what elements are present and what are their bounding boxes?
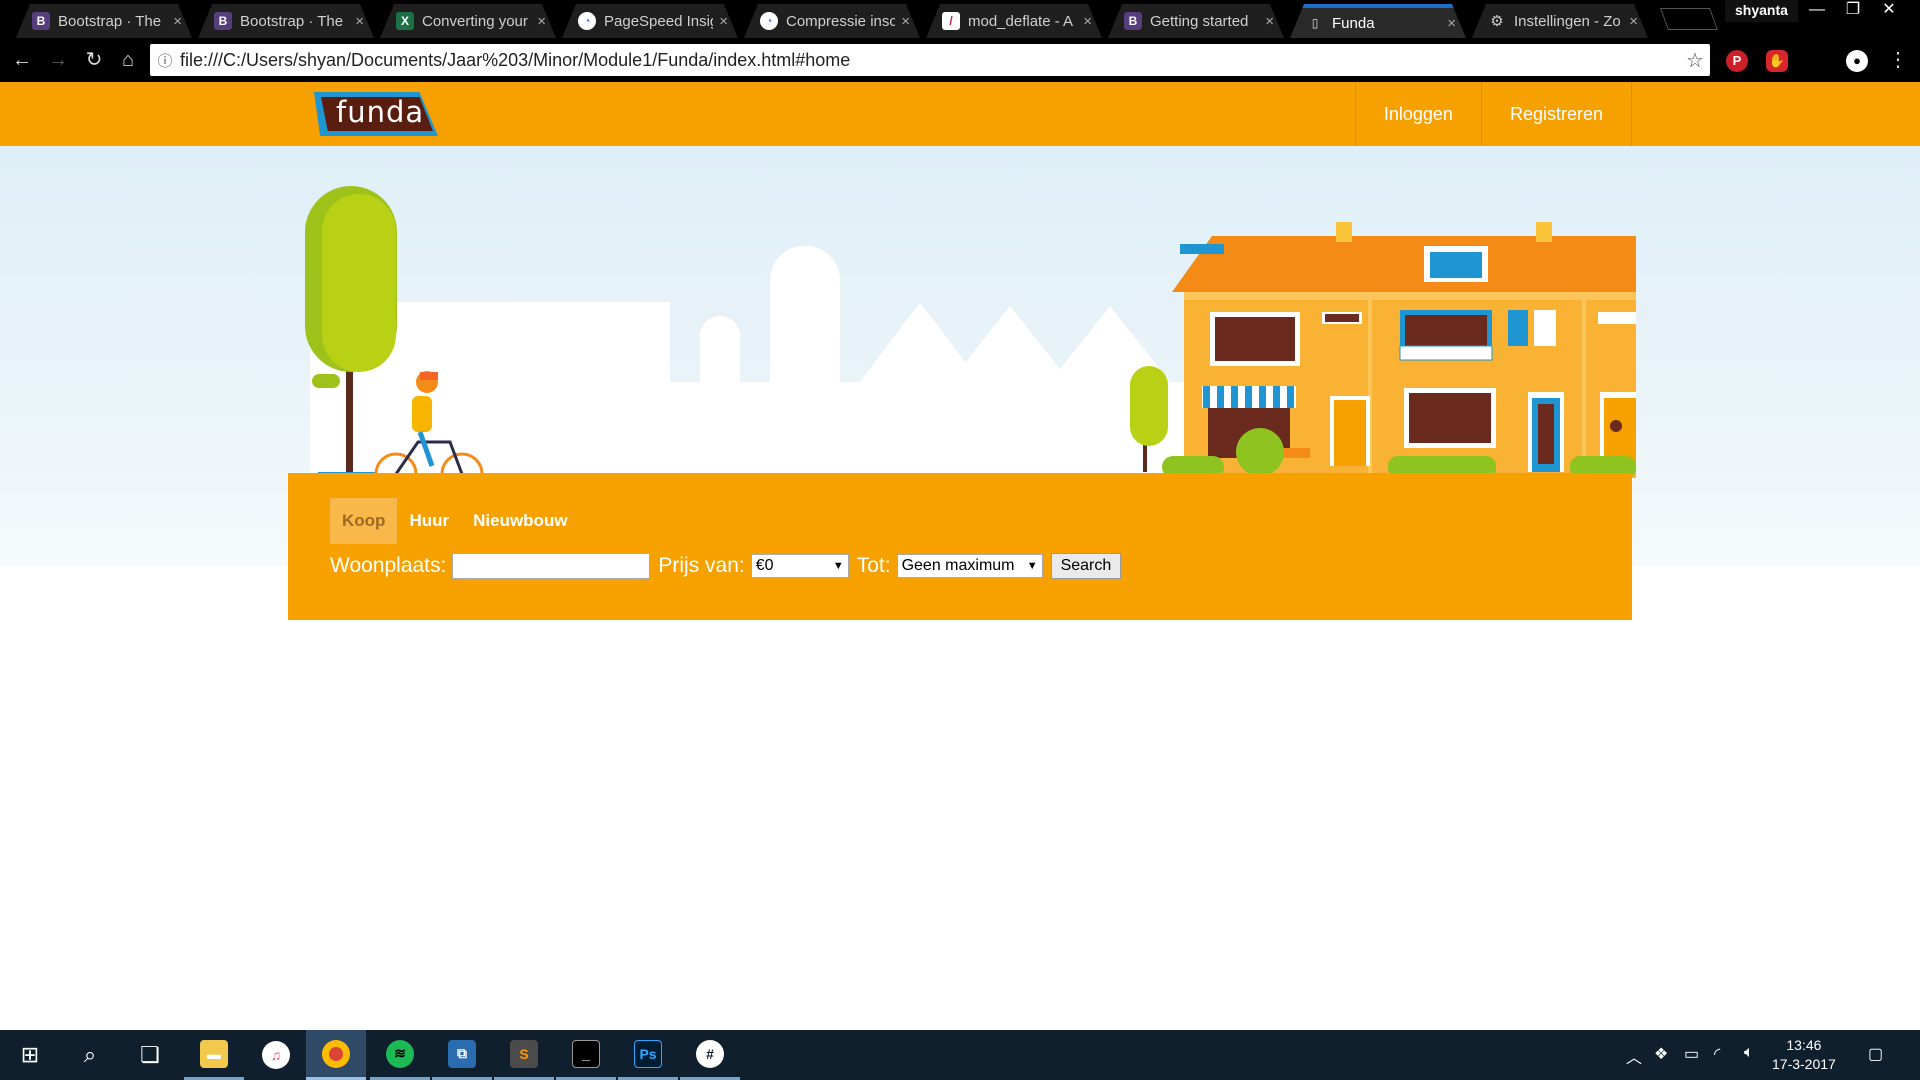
page-viewport: funda Inloggen Registreren Koop Huur Nie… [0,82,1920,1030]
itunes-icon[interactable]: ♫ [246,1030,306,1080]
apache-icon: / [942,12,960,30]
page-icon: ▯ [1311,16,1319,30]
pagespeed-icon: ◔ [578,12,596,30]
settings-icon: ⚙ [1490,13,1504,30]
restore-icon[interactable]: ❐ [1836,0,1870,22]
clock-date: 17-3-2017 [1772,1056,1836,1072]
dropbox-icon[interactable]: ❖ [1654,1044,1668,1064]
close-tab-icon[interactable]: × [901,13,910,30]
place-label: Woonplaats: [330,554,447,577]
windows-taskbar: ⊞ ⌕ ❏ ▬ ♫ ≋ ⧉ S _ Ps # ︿ ❖ ▭ ◜ 🔈︎ 13:46 … [0,1030,1920,1080]
excel-icon: X [396,12,414,30]
slack-icon[interactable]: # [680,1030,740,1080]
price-from-select[interactable]: €0 ▼ [750,554,849,578]
close-tab-icon[interactable]: × [537,13,546,30]
home-icon[interactable]: ⌂ [114,46,142,74]
network-app-icon[interactable]: ⧉ [432,1030,492,1080]
start-icon[interactable]: ⊞ [0,1030,60,1080]
forward-icon[interactable]: → [44,46,72,74]
url-text[interactable]: file:///C:/Users/shyan/Documents/Jaar%20… [180,50,1680,71]
browser-toolbar: ← → ↻ ⌂ ⓘ file:///C:/Users/shyan/Documen… [0,38,1920,82]
login-link[interactable]: Inloggen [1354,82,1481,146]
tab-koop[interactable]: Koop [330,498,398,544]
browser-tab[interactable]: / mod_deflate - A × [926,4,1102,38]
price-to-value: Geen maximum [901,557,1015,574]
clock-time: 13:46 [1786,1037,1822,1053]
browser-tab-active[interactable]: ▯ Funda × [1290,4,1466,38]
place-input[interactable] [452,553,651,579]
close-window-icon[interactable]: ✕ [1872,0,1906,22]
photoshop-icon[interactable]: Ps [618,1030,678,1080]
bootstrap-icon: B [32,12,50,30]
chrome-menu-icon[interactable]: ⋮ [1884,46,1912,74]
bootstrap-icon: B [1124,12,1142,30]
logo-text: funda [336,95,425,129]
tray-overflow-icon[interactable]: ︿ [1626,1044,1642,1068]
close-tab-icon[interactable]: × [1447,15,1456,32]
close-tab-icon[interactable]: × [1083,13,1092,30]
terminal-icon[interactable]: _ [556,1030,616,1080]
price-from-label: Prijs van: [658,554,745,577]
price-from-value: €0 [755,557,774,574]
site-header: funda Inloggen Registreren [0,82,1920,146]
bootstrap-icon: B [214,12,232,30]
adblock-icon[interactable]: ✋ [1766,50,1788,72]
search-button[interactable]: Search [1050,553,1122,579]
search-tabs: Koop Huur Nieuwbouw [330,498,580,544]
close-tab-icon[interactable]: × [719,13,728,30]
auth-nav: Inloggen Registreren [1354,82,1632,146]
file-explorer-icon[interactable]: ▬ [184,1030,244,1080]
close-tab-icon[interactable]: × [1629,13,1638,30]
browser-tab[interactable]: X Converting your × [380,4,556,38]
profile-button[interactable]: shyanta [1725,0,1798,22]
sublime-text-icon[interactable]: S [494,1030,554,1080]
new-tab-button[interactable] [1659,8,1719,30]
browser-tab[interactable]: B Bootstrap · The × [198,4,374,38]
bookmark-star-icon[interactable]: ☆ [1680,48,1710,73]
clock[interactable]: 13:46 17-3-2017 [1772,1036,1836,1074]
wifi-icon[interactable]: ◜ [1714,1044,1720,1064]
back-icon[interactable]: ← [8,46,36,74]
dropdown-arrow-icon: ▼ [1026,560,1038,572]
pinterest-icon[interactable]: P [1726,50,1748,72]
search-form: Woonplaats: Prijs van: €0 ▼ Tot: Geen ma… [330,553,1122,579]
close-tab-icon[interactable]: × [173,13,182,30]
google-icon: ◔ [760,12,778,30]
browser-tab[interactable]: B Getting started × [1108,4,1284,38]
volume-icon[interactable]: 🔈︎ [1744,1044,1754,1062]
browser-tab[interactable]: ⚙ Instellingen - Zo × [1472,4,1648,38]
battery-icon[interactable]: ▭ [1684,1044,1699,1064]
price-to-label: Tot: [856,554,891,577]
browser-tab[interactable]: ◔ Compressie insc × [744,4,920,38]
spotify-icon[interactable]: ≋ [370,1030,430,1080]
tab-strip: B Bootstrap · The × B Bootstrap · The × X Con… [0,0,1920,38]
search-panel: Koop Huur Nieuwbouw Woonplaats: Prijs va… [288,473,1632,620]
close-tab-icon[interactable]: × [1265,13,1274,30]
search-icon[interactable]: ⌕ [60,1030,120,1080]
extension-icon[interactable]: ● [1846,50,1868,72]
action-center-icon[interactable]: ▢ [1868,1044,1883,1064]
close-tab-icon[interactable]: × [355,13,364,30]
browser-tab[interactable]: ◔ PageSpeed Insig × [562,4,738,38]
task-view-icon[interactable]: ❏ [120,1030,180,1080]
chrome-icon[interactable] [306,1030,366,1080]
register-link[interactable]: Registreren [1480,82,1632,146]
funda-logo[interactable]: funda [314,92,438,136]
tab-huur[interactable]: Huur [397,498,461,544]
tab-nieuwbouw[interactable]: Nieuwbouw [461,498,579,544]
site-info-icon[interactable]: ⓘ [150,50,180,71]
minimize-icon[interactable]: — [1800,0,1834,22]
reload-icon[interactable]: ↻ [80,46,108,74]
hero-illustration [305,186,1636,498]
dropdown-arrow-icon: ▼ [832,560,844,572]
browser-tab[interactable]: B Bootstrap · The × [16,4,192,38]
price-to-select[interactable]: Geen maximum ▼ [896,554,1043,578]
address-bar[interactable]: ⓘ file:///C:/Users/shyan/Documents/Jaar%… [150,44,1710,76]
